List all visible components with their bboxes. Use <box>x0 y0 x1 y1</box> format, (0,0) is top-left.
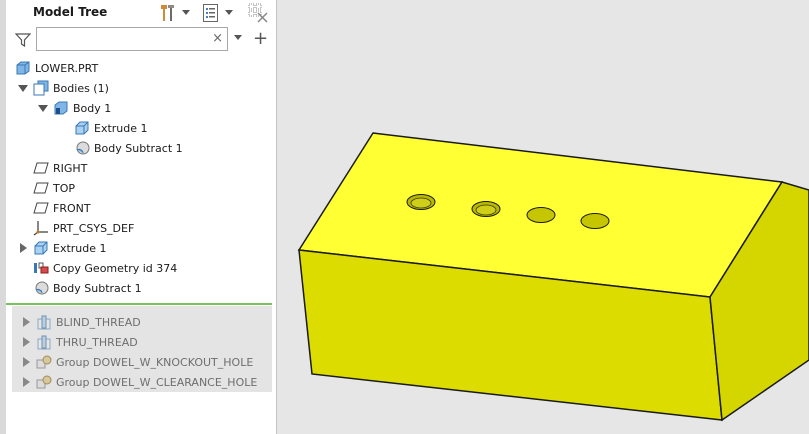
tree-item-label: LOWER.PRT <box>35 61 99 75</box>
tree-item-body1-subtract-1[interactable]: Body Subtract 1 <box>74 138 183 158</box>
hole-feature-icon <box>37 335 51 350</box>
tools-icon <box>161 5 174 21</box>
tree-item-label: TOP <box>53 181 76 195</box>
chevron-down-icon <box>182 10 190 15</box>
datum-plane-icon <box>33 162 49 174</box>
tree-item-label: THRU_THREAD <box>56 335 138 349</box>
hole-feature-icon <box>37 315 51 330</box>
tree-item-bodies[interactable]: Bodies (1) <box>17 78 109 98</box>
tree-item-label: Group DOWEL_W_CLEARANCE_HOLE <box>56 375 258 389</box>
datum-plane-icon <box>33 202 49 214</box>
tree-settings-button[interactable] <box>158 3 190 23</box>
bodies-folder-icon <box>33 80 49 96</box>
datum-plane-icon <box>33 182 49 194</box>
part-model[interactable] <box>277 0 809 434</box>
tree-item-front[interactable]: FRONT <box>33 198 91 218</box>
hide-tree-button[interactable] <box>248 3 268 23</box>
hole-1[interactable] <box>406 194 436 210</box>
tree-item-blind-thread[interactable]: BLIND_THREAD <box>20 312 141 332</box>
graphics-viewport[interactable] <box>277 0 809 434</box>
tree-item-label: RIGHT <box>53 161 88 175</box>
collapsed-arrow-icon[interactable] <box>20 356 32 368</box>
tree-item-body-1[interactable]: Body 1 <box>37 98 111 118</box>
filter-row: × + <box>6 26 276 54</box>
tree-item-label: Body Subtract 1 <box>53 281 142 295</box>
group-icon <box>36 355 52 369</box>
part-icon <box>16 61 30 75</box>
chevron-down-icon[interactable] <box>234 35 242 41</box>
expanded-arrow-icon[interactable] <box>37 102 49 114</box>
tree-item-top[interactable]: TOP <box>33 178 75 198</box>
tree-item-body1-extrude-1[interactable]: Extrude 1 <box>74 118 148 138</box>
coordinate-system-icon <box>33 221 48 236</box>
body-subtract-icon <box>76 141 90 155</box>
search-input[interactable] <box>40 29 214 51</box>
list-icon <box>203 4 218 22</box>
body-subtract-icon <box>35 281 49 295</box>
tree-item-label: Body 1 <box>73 101 112 115</box>
tree-item-prt-csys-def[interactable]: PRT_CSYS_DEF <box>33 218 134 238</box>
collapsed-arrow-icon[interactable] <box>17 242 29 254</box>
hole-2[interactable] <box>471 201 501 217</box>
clear-search-icon[interactable]: × <box>212 31 223 46</box>
insert-indicator-line[interactable] <box>6 303 272 305</box>
tree-item-label: BLIND_THREAD <box>56 315 141 329</box>
tree-item-body-subtract-1[interactable]: Body Subtract 1 <box>33 278 142 298</box>
hole-4[interactable] <box>580 213 610 229</box>
extrude-icon <box>34 241 48 255</box>
copy-geometry-icon <box>34 262 49 274</box>
body-icon <box>54 101 68 115</box>
collapsed-arrow-icon[interactable] <box>20 316 32 328</box>
tree-item-lower-prt[interactable]: LOWER.PRT <box>15 58 98 78</box>
tree-item-group-knockout[interactable]: Group DOWEL_W_KNOCKOUT_HOLE <box>20 352 253 372</box>
filter-icon[interactable] <box>15 32 31 48</box>
tree-grid-icon <box>248 3 268 23</box>
tree-item-group-clearance[interactable]: Group DOWEL_W_CLEARANCE_HOLE <box>20 372 257 392</box>
tree-item-label: Copy Geometry id 374 <box>53 261 178 275</box>
collapsed-arrow-icon[interactable] <box>20 336 32 348</box>
tree-item-label: Extrude 1 <box>53 241 107 255</box>
collapsed-arrow-icon[interactable] <box>20 376 32 388</box>
extrude-icon <box>75 121 89 135</box>
show-button[interactable] <box>202 3 233 23</box>
hole-3[interactable] <box>526 207 556 223</box>
tree-item-label: FRONT <box>53 201 91 215</box>
tree-item-label: PRT_CSYS_DEF <box>53 221 135 235</box>
tree-item-right[interactable]: RIGHT <box>33 158 87 178</box>
group-icon <box>36 375 52 389</box>
add-column-button[interactable]: + <box>253 28 268 49</box>
expanded-arrow-icon[interactable] <box>17 82 29 94</box>
tree-item-label: Extrude 1 <box>94 121 148 135</box>
tree-item-extrude-1[interactable]: Extrude 1 <box>17 238 107 258</box>
tree-item-label: Body Subtract 1 <box>94 141 183 155</box>
tree-item-thru-thread[interactable]: THRU_THREAD <box>20 332 138 352</box>
chevron-down-icon <box>225 10 233 15</box>
tree-item-copy-geometry[interactable]: Copy Geometry id 374 <box>33 258 177 278</box>
panel-header: Model Tree <box>6 0 276 26</box>
tree-item-label: Bodies (1) <box>53 81 109 95</box>
tree-item-label: Group DOWEL_W_KNOCKOUT_HOLE <box>56 355 254 369</box>
search-field[interactable]: × <box>36 27 228 51</box>
panel-title: Model Tree <box>33 5 108 19</box>
